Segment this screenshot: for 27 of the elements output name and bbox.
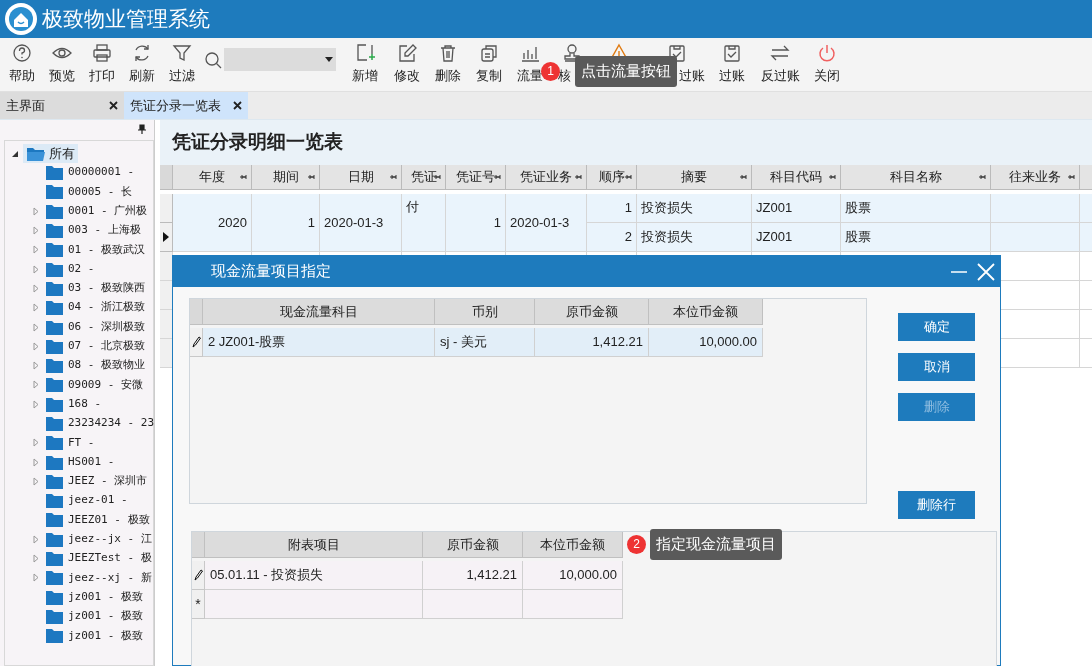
table-cell: 股票 (841, 223, 991, 252)
app-title: 极致物业管理系统 (42, 6, 210, 33)
dialog-title: 现金流量项目指定 (211, 261, 331, 282)
table-cell: 2020 (173, 194, 252, 252)
page-heading: 凭证分录明细一览表 (172, 130, 343, 155)
table-cell: 2 (587, 223, 637, 252)
table-cell: 2020-01-3 (320, 194, 402, 252)
table-cell: 1 (252, 194, 320, 252)
table-cell: 10,000.00 (523, 561, 623, 590)
table-cell: 1,412.21 (423, 561, 523, 590)
table-cell: sj - 美元 (435, 328, 535, 357)
table-cell: 05.01.11 - 投资损失 (205, 561, 423, 590)
table-cell: 1 (446, 194, 506, 252)
table-cell: 股票 (841, 194, 991, 223)
table-cell: JZ001 (752, 194, 841, 223)
table-cell: 付 (402, 194, 446, 252)
table-cell: JZ001 (752, 223, 841, 252)
new-row-marker: * (192, 590, 205, 619)
table-cell: 2 JZ001-股票 (203, 328, 435, 357)
table-cell: 投资损失 (637, 223, 752, 252)
table-cell: 10,000.00 (649, 328, 763, 357)
table-cell: 投资损失 (637, 194, 752, 223)
table-cell: 1 (587, 194, 637, 223)
table-cell: 1,412.21 (535, 328, 649, 357)
tooltip: 指定现金流量项目 (650, 529, 782, 560)
tooltip: 点击流量按钮 (575, 56, 677, 87)
table-cell: 2020-01-3 (506, 194, 587, 252)
